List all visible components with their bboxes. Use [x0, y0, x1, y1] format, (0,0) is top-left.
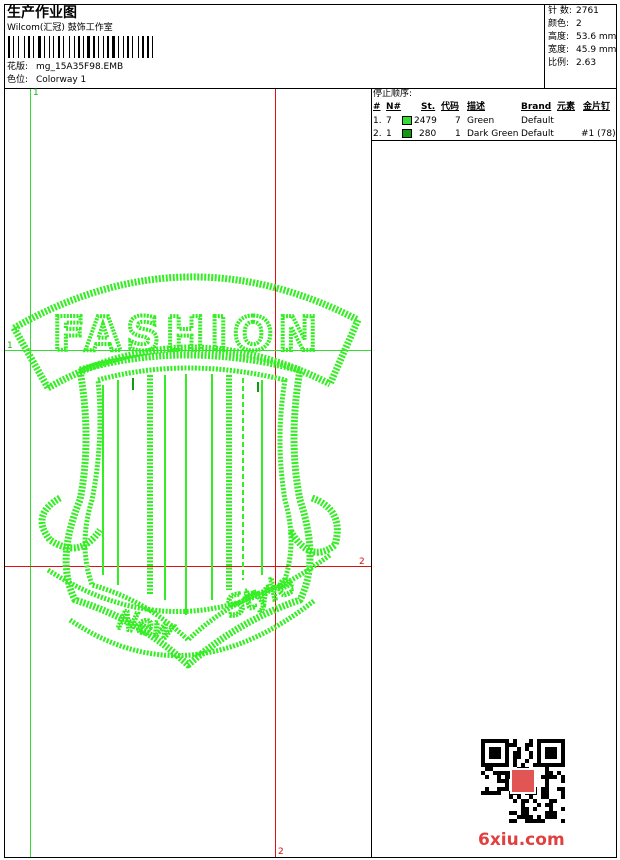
banner-right-end [326, 318, 362, 386]
ribbon-bottom [68, 598, 317, 658]
scroll-right [286, 494, 341, 556]
watermark-text: 6xiu.com [478, 830, 565, 850]
ribbon-text-left: New [115, 605, 177, 646]
banner-left-end [10, 326, 52, 390]
embroidery-design: FASHION New Style [10, 273, 362, 669]
seal-stamp [510, 768, 536, 794]
banner-text: FASHION [53, 307, 323, 361]
